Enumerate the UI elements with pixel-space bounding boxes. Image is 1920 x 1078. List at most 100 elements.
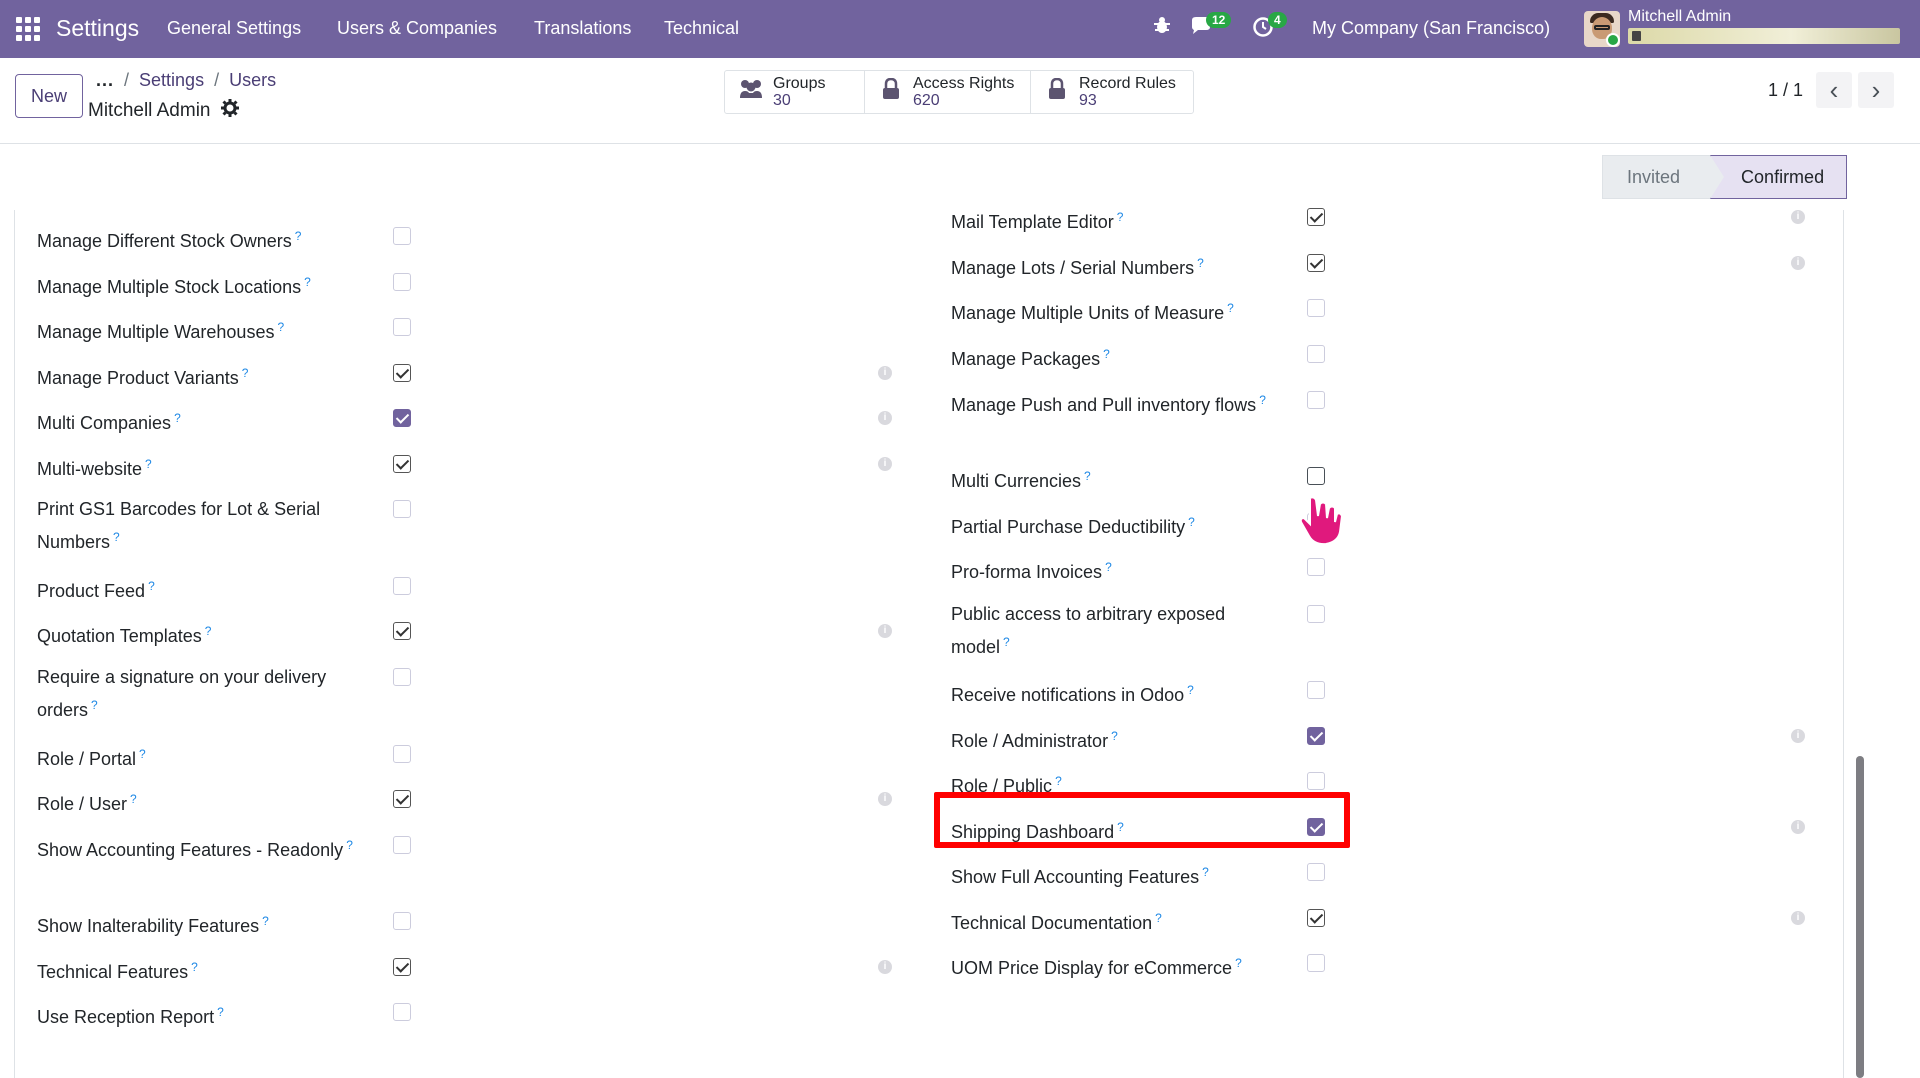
checkbox-manage-different-stock-owners[interactable] (393, 227, 411, 245)
app-grid-icon[interactable] (16, 17, 40, 41)
help-icon[interactable]: ? (148, 579, 155, 593)
gear-icon[interactable] (220, 99, 239, 123)
info-icon[interactable]: i (1791, 911, 1805, 925)
checkbox-manage-multiple-stock-locations[interactable] (393, 273, 411, 291)
info-icon[interactable]: i (1791, 210, 1805, 224)
help-icon[interactable]: ? (139, 747, 146, 761)
info-icon[interactable]: i (878, 960, 892, 974)
help-icon[interactable]: ? (130, 792, 137, 806)
checkbox-print-gs1-barcodes-for-lot-serial-numbers[interactable] (393, 500, 411, 518)
stage-invited[interactable]: Invited (1602, 155, 1711, 199)
groups-button[interactable]: Groups 30 (725, 71, 865, 113)
info-icon[interactable]: i (878, 624, 892, 638)
info-icon[interactable]: i (878, 366, 892, 380)
breadcrumb-more[interactable]: ... (96, 70, 114, 91)
info-icon[interactable]: i (1791, 256, 1805, 270)
checkbox-manage-packages[interactable] (1307, 345, 1325, 363)
help-icon[interactable]: ? (1111, 729, 1118, 743)
help-icon[interactable]: ? (277, 320, 284, 334)
checkbox-show-full-accounting-features[interactable] (1307, 863, 1325, 881)
scrollbar[interactable] (1856, 756, 1864, 1078)
chevron-left-icon[interactable]: ‹ (1816, 72, 1852, 108)
checkbox-multi-currencies[interactable] (1307, 467, 1325, 485)
checkbox-role-public[interactable] (1307, 772, 1325, 790)
checkbox-role-user[interactable] (393, 790, 411, 808)
checkbox-mail-template-editor[interactable] (1307, 208, 1325, 226)
help-icon[interactable]: ? (205, 624, 212, 638)
checkbox-show-inalterability-features[interactable] (393, 912, 411, 930)
help-icon[interactable]: ? (1188, 515, 1195, 529)
help-icon[interactable]: ? (1055, 774, 1062, 788)
checkbox-manage-product-variants[interactable] (393, 364, 411, 382)
record-rules-count: 93 (1079, 92, 1097, 109)
menu-translations[interactable]: Translations (534, 18, 631, 39)
company-switcher[interactable]: My Company (San Francisco) (1312, 18, 1550, 39)
menu-general-settings[interactable]: General Settings (167, 18, 301, 39)
help-icon[interactable]: ? (1202, 865, 1209, 879)
help-icon[interactable]: ? (145, 457, 152, 471)
record-rules-button[interactable]: Record Rules 93 (1031, 71, 1193, 113)
help-icon[interactable]: ? (1155, 911, 1162, 925)
info-icon[interactable]: i (878, 792, 892, 806)
field-label-text: Use Reception Report (37, 1007, 215, 1027)
pager-value[interactable]: 1 / 1 (1768, 80, 1803, 101)
menu-technical[interactable]: Technical (664, 18, 739, 39)
help-icon[interactable]: ? (1235, 956, 1242, 970)
checkbox-manage-multiple-warehouses[interactable] (393, 318, 411, 336)
checkbox-role-administrator[interactable] (1307, 727, 1325, 745)
help-icon[interactable]: ? (1259, 393, 1266, 407)
checkbox-receive-notifications-in-odoo[interactable] (1307, 681, 1325, 699)
checkbox-require-a-signature-on-your-delivery-orders[interactable] (393, 668, 411, 686)
help-icon[interactable]: ? (1197, 256, 1204, 270)
chevron-right-icon[interactable]: › (1858, 72, 1894, 108)
help-icon[interactable]: ? (1105, 560, 1112, 574)
checkbox-multi-website[interactable] (393, 455, 411, 473)
help-icon[interactable]: ? (346, 838, 353, 852)
field-label-text: Manage Different Stock Owners (37, 231, 292, 251)
checkbox-pro-forma-invoices[interactable] (1307, 558, 1325, 576)
bug-icon[interactable] (1152, 16, 1172, 42)
help-icon[interactable]: ? (1084, 469, 1091, 483)
help-icon[interactable]: ? (217, 1005, 224, 1019)
checkbox-uom-price-display-for-ecommerce[interactable] (1307, 954, 1325, 972)
info-icon[interactable]: i (878, 411, 892, 425)
help-icon[interactable]: ? (262, 914, 269, 928)
menu-users-companies[interactable]: Users & Companies (337, 18, 497, 39)
checkbox-manage-lots-serial-numbers[interactable] (1307, 254, 1325, 272)
info-icon[interactable]: i (878, 457, 892, 471)
help-icon[interactable]: ? (91, 698, 98, 712)
breadcrumb-settings[interactable]: Settings (139, 70, 204, 91)
checkbox-role-portal[interactable] (393, 745, 411, 763)
checkbox-manage-push-and-pull-inventory-flows[interactable] (1307, 391, 1325, 409)
help-icon[interactable]: ? (1227, 301, 1234, 315)
checkbox-quotation-templates[interactable] (393, 622, 411, 640)
user-name[interactable]: Mitchell Admin (1628, 8, 1731, 26)
field-label: Manage Packages? (951, 340, 1281, 373)
app-title[interactable]: Settings (56, 15, 139, 42)
help-icon[interactable]: ? (113, 530, 120, 544)
help-icon[interactable]: ? (1003, 635, 1010, 649)
help-icon[interactable]: ? (242, 366, 249, 380)
help-icon[interactable]: ? (1103, 347, 1110, 361)
info-icon[interactable]: i (1791, 729, 1805, 743)
field-label: Role / Administrator? (951, 722, 1281, 755)
help-icon[interactable]: ? (295, 229, 302, 243)
help-icon[interactable]: ? (1187, 683, 1194, 697)
help-icon[interactable]: ? (304, 275, 311, 289)
checkbox-use-reception-report[interactable] (393, 1003, 411, 1021)
info-icon[interactable]: i (1791, 820, 1805, 834)
help-icon[interactable]: ? (1117, 210, 1124, 224)
checkbox-multi-companies[interactable] (393, 409, 411, 427)
checkbox-product-feed[interactable] (393, 577, 411, 595)
new-button[interactable]: New (15, 74, 83, 118)
checkbox-technical-features[interactable] (393, 958, 411, 976)
checkbox-public-access-to-arbitrary-exposed-model[interactable] (1307, 605, 1325, 623)
breadcrumb-users[interactable]: Users (229, 70, 276, 91)
checkbox-show-accounting-features-readonly[interactable] (393, 836, 411, 854)
checkbox-manage-multiple-units-of-measure[interactable] (1307, 299, 1325, 317)
help-icon[interactable]: ? (191, 960, 198, 974)
help-icon[interactable]: ? (174, 411, 181, 425)
stage-confirmed[interactable]: Confirmed (1710, 155, 1848, 199)
access-rights-button[interactable]: Access Rights 620 (865, 71, 1031, 113)
checkbox-technical-documentation[interactable] (1307, 909, 1325, 927)
